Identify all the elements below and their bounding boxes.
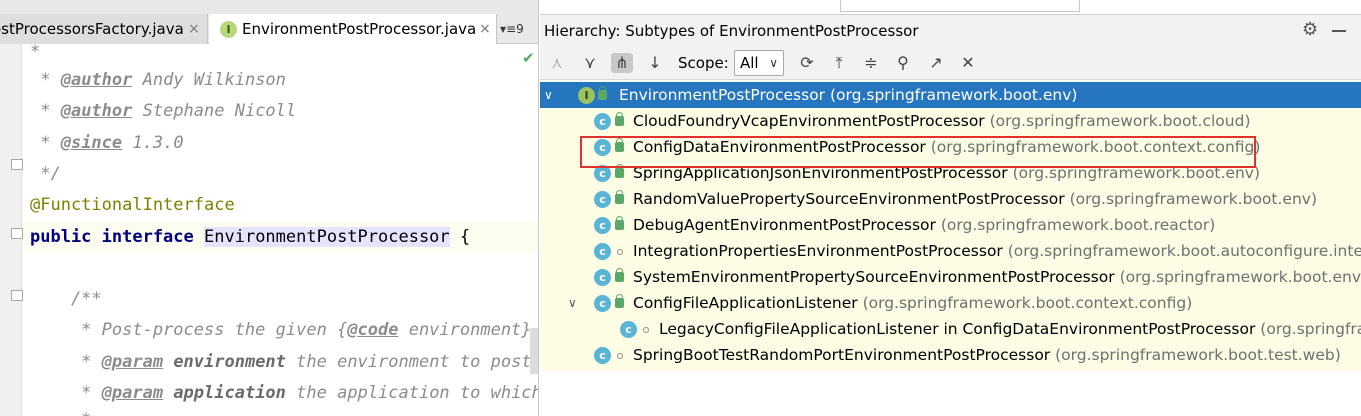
expand-all-icon[interactable]: ≑ (860, 53, 882, 73)
tree-item-text: RandomValuePropertySourceEnvironmentPost… (633, 190, 1318, 208)
base-on-this-class-icon[interactable]: ⤒ (828, 53, 850, 73)
tree-item-text: IntegrationPropertiesEnvironmentPostProc… (633, 242, 1361, 260)
interface-icon: I (578, 87, 595, 104)
public-access-icon (615, 164, 624, 178)
public-access-icon (615, 216, 624, 230)
hierarchy-panel: Hierarchy: Subtypes of EnvironmentPostPr… (540, 0, 1361, 416)
annotation-highlight-box (580, 136, 1256, 168)
class-icon: c (594, 191, 611, 208)
code-line: * @since 1.3.0 (30, 133, 184, 153)
tree-item-text: LegacyConfigFileApplicationListener in C… (659, 320, 1361, 338)
fold-marker-icon[interactable] (11, 159, 23, 170)
tree-item[interactable]: c DebugAgentEnvironmentPostProcessor (or… (540, 212, 1361, 238)
class-icon: c (594, 243, 611, 260)
hierarchy-tree: ∨ I EnvironmentPostProcessor (org.spring… (540, 81, 1361, 371)
close-icon[interactable]: × (188, 14, 200, 44)
run-config-selector[interactable] (840, 0, 1080, 12)
public-access-icon (615, 268, 624, 282)
tree-item[interactable]: c SpringBootTestRandomPortEnvironmentPos… (540, 342, 1361, 368)
tree-item[interactable]: c IntegrationPropertiesEnvironmentPostPr… (540, 238, 1361, 264)
chevron-down-icon[interactable]: ∨ (544, 82, 553, 108)
refresh-icon[interactable]: ⟳ (796, 53, 818, 73)
subtypes-icon[interactable]: ⋔ (611, 53, 633, 73)
tab-environment-post-processor[interactable]: I EnvironmentPostProcessor.java × (209, 14, 497, 44)
scope-value: All (740, 54, 759, 72)
class-icon: c (594, 269, 611, 286)
close-icon[interactable]: ✕ (957, 53, 979, 73)
tree-item[interactable]: ∨ c ConfigFileApplicationListener (org.s… (540, 290, 1361, 316)
scrollbar-thumb[interactable] (530, 328, 538, 374)
hierarchy-toolbar: ⋏ ⋎ ⋔ ↓ Scope: All ∨ ⟳ ⤒ ≑ ⚲ ↗ ✕ (540, 46, 1361, 80)
tree-item-text: CloudFoundryVcapEnvironmentPostProcessor… (633, 112, 1251, 130)
tree-item-text: ConfigFileApplicationListener (org.sprin… (633, 294, 1193, 312)
tab-label: ostProcessorsFactory.java (0, 20, 184, 38)
tree-item[interactable]: c SystemEnvironmentPropertySourceEnviron… (540, 264, 1361, 290)
package-private-icon (617, 249, 623, 255)
code-line: * (30, 406, 91, 416)
class-icon: c (620, 321, 637, 338)
public-access-icon (615, 294, 624, 308)
fold-marker-icon[interactable] (11, 290, 23, 301)
panel-title: Hierarchy: Subtypes of EnvironmentPostPr… (544, 22, 919, 40)
code-line: */ (30, 164, 61, 184)
code-line: * @author Andy Wilkinson (30, 70, 286, 90)
code-line-annotation: @FunctionalInterface (30, 195, 235, 215)
tab-overflow-menu[interactable]: ▾≡9 (500, 14, 524, 44)
tree-item-text: EnvironmentPostProcessor (org.springfram… (619, 86, 1078, 104)
class-icon: c (594, 347, 611, 364)
code-line: * @param application the application to … (30, 383, 539, 403)
tree-item-text: SpringBootTestRandomPortEnvironmentPostP… (633, 346, 1341, 364)
code-line: /** (30, 289, 102, 309)
public-access-icon (598, 86, 607, 100)
tree-item-root[interactable]: ∨ I EnvironmentPostProcessor (org.spring… (540, 82, 1361, 108)
tab-label: EnvironmentPostProcessor.java (242, 20, 477, 38)
sort-alphabetically-icon[interactable]: ↓ (644, 53, 666, 73)
class-icon: c (594, 113, 611, 130)
interface-icon: I (220, 21, 237, 38)
package-private-icon (643, 327, 649, 333)
tree-item[interactable]: c CloudFoundryVcapEnvironmentPostProcess… (540, 108, 1361, 134)
class-icon: c (594, 217, 611, 234)
code-line-declaration: public interface EnvironmentPostProcesso… (30, 227, 471, 247)
tree-item[interactable]: c LegacyConfigFileApplicationListener in… (540, 316, 1361, 342)
export-icon[interactable]: ↗ (925, 53, 947, 73)
supertypes-icon[interactable]: ⋎ (579, 53, 601, 73)
editor-gutter (0, 44, 23, 416)
scope-label: Scope: (678, 54, 729, 72)
tree-item-text: SystemEnvironmentPropertySourceEnvironme… (633, 268, 1361, 286)
class-icon: c (594, 295, 611, 312)
code-editor[interactable]: ostProcessorsFactory.java × I Environmen… (0, 0, 539, 416)
pin-tab-icon[interactable]: ⚲ (892, 53, 914, 73)
package-private-icon (617, 353, 623, 359)
close-icon[interactable]: × (479, 14, 491, 44)
fold-marker-icon[interactable] (11, 228, 23, 239)
editor-tab-bar: ostProcessorsFactory.java × I Environmen… (0, 0, 538, 44)
code-line: * (30, 42, 41, 62)
chevron-down-icon: ∨ (769, 56, 778, 70)
gear-icon[interactable]: ⚙ (1302, 19, 1318, 40)
code-line: * @author Stephane Nicoll (30, 101, 297, 121)
chevron-down-icon[interactable]: ∨ (568, 290, 577, 316)
tree-item[interactable]: c RandomValuePropertySourceEnvironmentPo… (540, 186, 1361, 212)
public-access-icon (615, 190, 624, 204)
tree-item-text: DebugAgentEnvironmentPostProcessor (org.… (633, 216, 1216, 234)
panel-empty-area (540, 371, 1361, 416)
type-hierarchy-icon[interactable]: ⋏ (546, 53, 568, 73)
code-line: * Post-process the given {@code environm… (30, 320, 539, 340)
scope-dropdown[interactable]: All ∨ (734, 50, 784, 76)
public-access-icon (615, 112, 624, 126)
minimize-icon[interactable] (1332, 30, 1346, 32)
hierarchy-header: Hierarchy: Subtypes of EnvironmentPostPr… (540, 14, 1361, 46)
check-icon: ✔ (522, 49, 535, 67)
code-line: * @param environment the environment to … (30, 352, 539, 372)
